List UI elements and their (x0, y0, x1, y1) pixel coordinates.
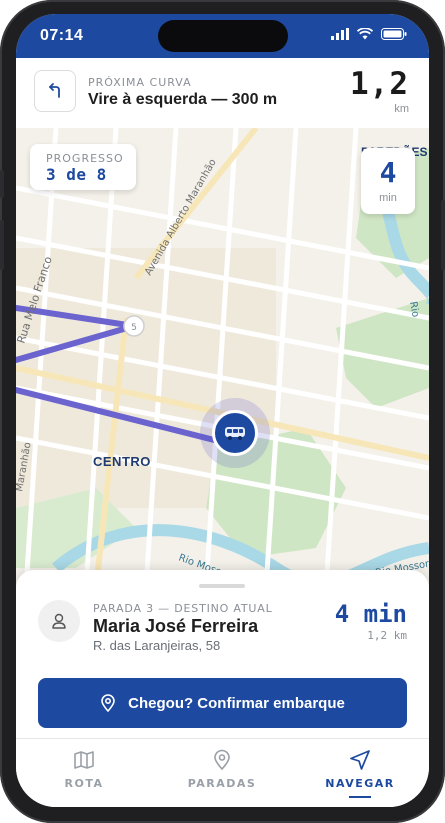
status-bar: 07:14 (16, 14, 429, 58)
tab-navegar-label: NAVEGAR (325, 777, 395, 790)
side-button (0, 220, 4, 270)
wifi-icon (357, 28, 373, 40)
eta-card: 4 min (361, 148, 415, 214)
turn-instruction: Vire à esquerda — 300 m (88, 91, 278, 108)
next-turn-bar: PRÓXIMA CURVA Vire à esquerda — 300 m 1,… (16, 58, 429, 129)
vehicle-marker[interactable] (212, 410, 258, 456)
stop-label: PARADA 3 — DESTINO ATUAL (93, 602, 273, 615)
map-label-centro: CENTRO (93, 454, 151, 469)
passenger-name: Maria José Ferreira (93, 616, 259, 636)
stop-eta: 4 min (334, 600, 407, 628)
status-time: 07:14 (40, 27, 84, 44)
tab-rota[interactable]: ROTA (24, 749, 144, 790)
passenger-avatar (38, 600, 80, 642)
waypoint-number: 5 (131, 323, 137, 333)
side-button (441, 200, 445, 270)
turn-distance-value: 1,2 (350, 66, 409, 102)
signal-icon (331, 28, 349, 40)
battery-icon (381, 28, 407, 40)
side-button (0, 170, 4, 198)
confirm-pickup-button[interactable]: Chegou? Confirmar embarque (38, 678, 407, 728)
phone-frame: 07:14 PRÓXIMA CURVA Vire à esquerda — 30… (0, 0, 445, 823)
navigation-arrow-icon (350, 750, 370, 770)
stop-distance: 1,2 km (367, 629, 407, 642)
turn-left-arrow-icon (49, 83, 60, 98)
tab-paradas[interactable]: PARADAS (162, 749, 282, 790)
confirm-pickup-label: Chegou? Confirmar embarque (128, 694, 345, 712)
progress-label: PROGRESSO (46, 152, 124, 165)
person-icon (52, 613, 66, 629)
progress-card: PROGRESSO 3 de 8 (30, 144, 136, 190)
turn-distance-unit: km (394, 103, 409, 115)
tab-rota-label: ROTA (64, 777, 104, 790)
eta-unit: min (379, 192, 397, 204)
van-icon (225, 427, 245, 440)
sheet-drag-handle[interactable] (199, 584, 245, 588)
dynamic-island (158, 20, 288, 52)
stop-bottom-sheet[interactable]: PARADA 3 — DESTINO ATUAL Maria José Ferr… (16, 570, 429, 738)
next-turn-label: PRÓXIMA CURVA (88, 76, 192, 89)
turn-direction-button[interactable] (34, 70, 76, 112)
location-pin-icon (101, 694, 115, 712)
tab-navegar[interactable]: NAVEGAR (300, 749, 420, 790)
stop-address: R. das Laranjeiras, 58 (93, 638, 221, 653)
tab-paradas-label: PARADAS (187, 777, 257, 790)
app-screen: 07:14 PRÓXIMA CURVA Vire à esquerda — 30… (16, 14, 429, 807)
progress-value: 3 de 8 (46, 165, 107, 184)
location-pin-icon (214, 749, 230, 771)
status-icons (331, 28, 407, 40)
active-tab-indicator (349, 796, 371, 798)
bottom-tab-bar: ROTA PARADAS NAVEGAR (16, 738, 429, 807)
map-icon (74, 751, 94, 769)
eta-minutes: 4 (379, 156, 397, 189)
